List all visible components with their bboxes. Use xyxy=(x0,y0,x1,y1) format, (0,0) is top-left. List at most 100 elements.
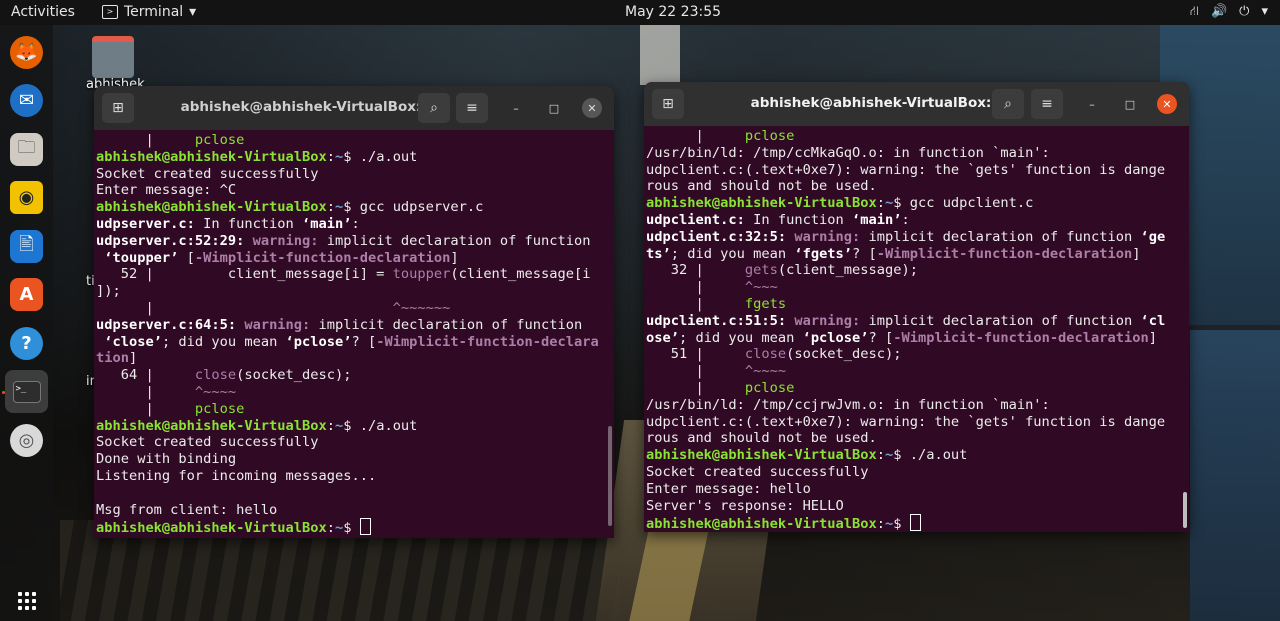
hamburger-icon: ≡ xyxy=(466,100,478,116)
writer-icon[interactable]: 🖹 xyxy=(10,230,43,263)
terminal-line: tion] xyxy=(96,350,610,367)
terminal-text: 64 | xyxy=(96,367,195,384)
terminal-text: abhishek@abhishek-VirtualBox xyxy=(96,199,327,216)
terminal-text: ? [ xyxy=(852,245,877,262)
close-button[interactable]: ✕ xyxy=(1157,94,1177,114)
terminal-text: : xyxy=(901,211,910,228)
app-menu-label: Terminal xyxy=(124,4,184,20)
terminal-text: $ ./a.out xyxy=(343,417,418,434)
firefox-icon[interactable]: 🦊 xyxy=(10,36,43,69)
minimize-button[interactable]: – xyxy=(506,98,526,118)
terminal-line: udpclient.c:(.text+0xe7): warning: the `… xyxy=(646,414,1185,431)
menu-button[interactable]: ≡ xyxy=(1031,89,1063,119)
hamburger-icon: ≡ xyxy=(1041,96,1053,112)
terminal-text: /usr/bin/ld: /tmp/ccMkaGqO.o: in functio… xyxy=(646,144,1050,161)
terminal-text: ? [ xyxy=(351,333,377,350)
dock: 🦊 ✉ 🗀 ◉ 🖹 A ? >_ ◎ xyxy=(0,25,53,621)
terminal-line: abhishek@abhishek-VirtualBox:~$ xyxy=(96,518,610,536)
terminal-text: warning: xyxy=(794,228,861,245)
activities-button[interactable]: Activities xyxy=(11,4,75,20)
help-icon[interactable]: ? xyxy=(10,327,43,360)
terminal-text: pclose xyxy=(744,379,795,396)
terminal-text: udpserver.c: xyxy=(96,215,195,232)
terminal-text: | xyxy=(96,299,393,316)
terminal-text: pclose xyxy=(744,128,795,144)
terminal-icon[interactable]: >_ xyxy=(5,370,48,413)
minimize-button[interactable]: – xyxy=(1082,94,1102,114)
terminal-window-left[interactable]: ⊞ abhishek@abhishek-VirtualBox: ~ ⌕ ≡ – … xyxy=(94,86,614,538)
close-icon: ✕ xyxy=(587,101,597,115)
new-tab-button[interactable]: ⊞ xyxy=(102,93,134,123)
volume-icon: 🔊 xyxy=(1210,4,1228,19)
terminal-text: $ xyxy=(343,520,360,536)
terminal-text: warning: xyxy=(244,316,311,333)
terminal-text: ‘main’ xyxy=(852,211,902,228)
show-apps-icon[interactable] xyxy=(10,584,43,617)
terminal-text: [ xyxy=(178,249,195,266)
terminal-text: In function xyxy=(744,211,853,228)
terminal-text: ; did you mean xyxy=(161,333,286,350)
terminal-line: ‘close’; did you mean ‘pclose’? [-Wimpli… xyxy=(96,334,610,351)
terminal-output[interactable]: | pclose/usr/bin/ld: /tmp/ccMkaGqO.o: in… xyxy=(646,128,1185,532)
window-title: abhishek@abhishek-VirtualBox: ~ xyxy=(750,95,1008,111)
wallpaper-pillar xyxy=(1190,330,1280,621)
terminal-text: warning: xyxy=(252,232,319,249)
terminal-text: ~ xyxy=(335,520,344,536)
home-folder-icon[interactable] xyxy=(92,36,134,78)
terminal-text: ~ xyxy=(885,447,894,464)
terminal-text: udpclient.c:(.text+0xe7): warning: the `… xyxy=(646,161,1166,178)
terminal-output[interactable]: | pclose abhishek@abhishek-VirtualBox:~$ … xyxy=(96,132,610,538)
maximize-button[interactable]: □ xyxy=(1120,94,1140,114)
terminal-line: abhishek@abhishek-VirtualBox:~$ ./a.out xyxy=(96,149,610,166)
terminal-line: abhishek@abhishek-VirtualBox:~$ gcc udps… xyxy=(96,199,610,216)
terminal-line: | ^~~~~ xyxy=(96,384,610,401)
menu-button[interactable]: ≡ xyxy=(456,93,488,123)
system-tray[interactable]: ⛙ 🔊 ⏻ ▾ xyxy=(1190,4,1268,21)
software-icon[interactable]: A xyxy=(10,278,43,311)
dvd-icon[interactable]: ◎ xyxy=(10,424,43,457)
terminal-text: udpclient.c: xyxy=(646,211,745,228)
terminal-text: udpserver.c:64:5: xyxy=(96,316,237,333)
terminal-line: udpclient.c:32:5: warning: implicit decl… xyxy=(646,229,1185,246)
new-tab-button[interactable]: ⊞ xyxy=(652,89,684,119)
terminal-text: implicit declaration of function xyxy=(310,316,583,333)
clock[interactable]: May 22 23:55 xyxy=(625,4,721,20)
terminal-window-right[interactable]: ⊞ abhishek@abhishek-VirtualBox: ~ ⌕ ≡ – … xyxy=(644,82,1189,532)
rhythmbox-icon[interactable]: ◉ xyxy=(10,181,43,214)
terminal-line: | pclose xyxy=(646,128,1185,145)
terminal-line: Listening for incoming messages... xyxy=(96,468,610,485)
terminal-text: ~ xyxy=(335,417,344,434)
scrollbar[interactable] xyxy=(1183,492,1187,528)
search-button[interactable]: ⌕ xyxy=(418,93,450,123)
terminal-text: | xyxy=(646,295,745,312)
terminal-text: ? [ xyxy=(868,329,894,346)
title-bar[interactable]: ⊞ abhishek@abhishek-VirtualBox: ~ ⌕ ≡ – … xyxy=(94,86,614,130)
terminal-line: abhishek@abhishek-VirtualBox:~$ ./a.out xyxy=(96,418,610,435)
terminal-line: | pclose xyxy=(96,132,610,149)
thunderbird-icon[interactable]: ✉ xyxy=(10,84,43,117)
terminal-line: Msg from client: hello xyxy=(96,502,610,519)
terminal-text: (client_message); xyxy=(777,262,918,279)
app-menu[interactable]: > Terminal ▾ xyxy=(102,4,196,20)
terminal-text: $ ./a.out xyxy=(343,148,418,165)
running-indicator xyxy=(2,391,5,394)
terminal-text: pclose xyxy=(194,400,245,417)
power-icon: ⏻ xyxy=(1239,4,1250,19)
terminal-text: : xyxy=(326,417,335,434)
terminal-text: ] xyxy=(1132,245,1141,262)
search-button[interactable]: ⌕ xyxy=(992,89,1024,119)
terminal-text: abhishek@abhishek-VirtualBox xyxy=(646,195,877,212)
terminal-text: abhishek@abhishek-VirtualBox xyxy=(646,516,877,532)
terminal-line: rous and should not be used. xyxy=(646,430,1185,447)
maximize-button[interactable]: □ xyxy=(544,98,564,118)
tray-chevron-icon: ▾ xyxy=(1261,4,1268,19)
terminal-text: Socket created successfully xyxy=(646,463,869,480)
terminal-text: rous and should not be used. xyxy=(646,178,877,195)
close-button[interactable]: ✕ xyxy=(582,98,602,118)
title-bar[interactable]: ⊞ abhishek@abhishek-VirtualBox: ~ ⌕ ≡ – … xyxy=(644,82,1189,126)
terminal-text: 51 | xyxy=(646,346,745,363)
scrollbar[interactable] xyxy=(608,426,612,526)
terminal-text: -Wimplicit-function-declaration xyxy=(876,245,1133,262)
files-icon[interactable]: 🗀 xyxy=(10,133,43,166)
